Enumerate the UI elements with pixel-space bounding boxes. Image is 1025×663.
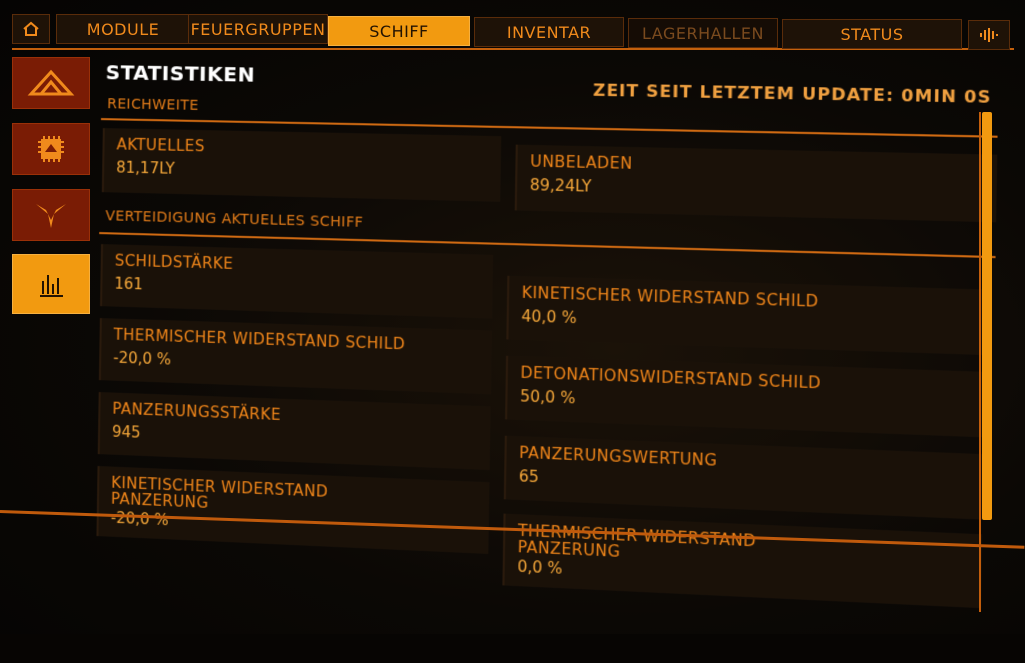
stat-armour-thermal: THERMISCHER WIDERSTAND PANZERUNG 0,0 % [502, 513, 983, 609]
side-modules-button[interactable] [12, 123, 90, 175]
stat-unladen-range: UNBELADEN 89,24LY [514, 144, 998, 223]
stats-bars-icon [40, 275, 63, 297]
stat-shield-explosive: DETONATIONSWIDERSTAND SCHILD 50,0 % [505, 355, 985, 438]
stat-value: 81,17LY [116, 158, 175, 178]
stat-shield-thermal: THERMISCHER WIDERSTAND SCHILD -20,0 % [98, 318, 492, 395]
top-navigation: MODULE FEUERGRUPPEN SCHIFF INVENTAR LAGE… [12, 10, 1014, 50]
section-verteidigung: VERTEIDIGUNG AKTUELLES SCHIFF [105, 208, 364, 231]
stat-shield-strength: SCHILDSTÄRKE 161 [100, 244, 494, 319]
wings-emblem-icon [36, 204, 66, 228]
ship-outline-icon [27, 69, 75, 96]
update-timer: ZEIT SEIT LETZTEM UPDATE: 0MIN 0S [592, 80, 992, 108]
stat-label: SCHILDSTÄRKE [114, 251, 234, 273]
page-title: STATISTIKEN [105, 60, 256, 87]
tab-schiff[interactable]: SCHIFF [328, 16, 470, 46]
stat-armour-strength: PANZERUNGSSTÄRKE 945 [97, 392, 491, 470]
stat-value: 89,24LY [529, 175, 592, 196]
tab-lagerhallen[interactable]: LAGERHALLEN [628, 18, 778, 48]
stat-shield-kinetic: KINETISCHER WIDERSTAND SCHILD 40,0 % [506, 275, 987, 355]
stat-armour-kinetic: KINETISCHER WIDERSTAND PANZERUNG -20,0 % [96, 466, 490, 554]
stat-current-range: AKTUELLES 81,17LY [101, 128, 502, 202]
statistics-panel: STATISTIKEN ZEIT SEIT LETZTEM UPDATE: 0M… [89, 56, 1025, 663]
home-icon [23, 21, 39, 36]
side-stats-button[interactable] [12, 254, 90, 314]
audio-tab[interactable] [968, 20, 1010, 50]
stat-label: AKTUELLES [116, 135, 205, 156]
tab-module[interactable]: MODULE [56, 14, 190, 44]
stat-label: UNBELADEN [530, 152, 633, 173]
tab-status[interactable]: STATUS [782, 19, 962, 49]
side-ship-button[interactable] [12, 57, 90, 109]
module-chip-icon [38, 136, 64, 162]
tab-inventar[interactable]: INVENTAR [474, 17, 624, 47]
section-reichweite: REICHWEITE [107, 96, 199, 114]
stat-value: 161 [114, 274, 144, 294]
side-wings-button[interactable] [12, 189, 90, 241]
audio-wave-icon [980, 28, 998, 42]
stat-armour-rating: PANZERUNGSWERTUNG 65 [503, 435, 984, 520]
home-tab[interactable] [12, 14, 50, 44]
scrollbar-thumb[interactable] [982, 112, 992, 520]
scrollbar-track[interactable] [979, 112, 981, 612]
tab-feuergruppen[interactable]: FEUERGRUPPEN [188, 14, 328, 44]
stat-value: -20,0 % [113, 348, 172, 369]
